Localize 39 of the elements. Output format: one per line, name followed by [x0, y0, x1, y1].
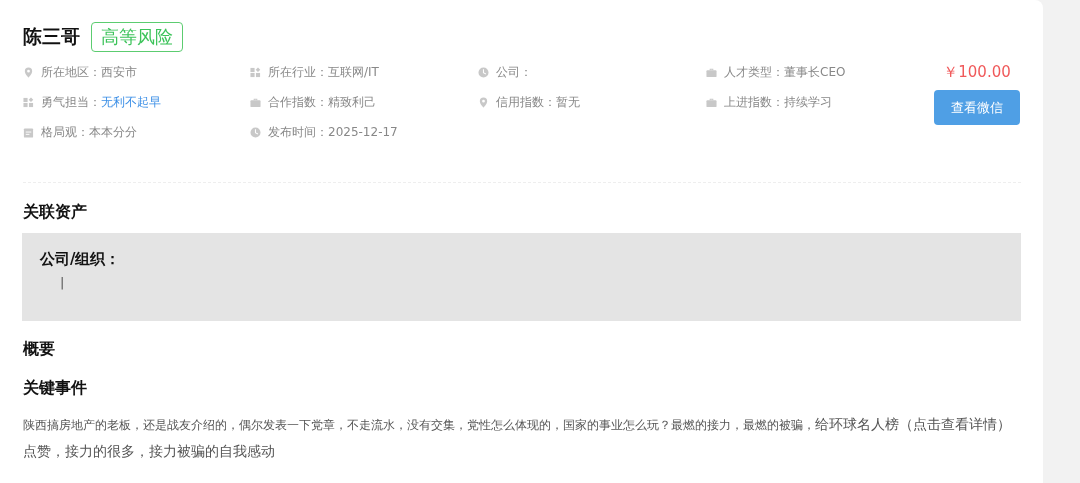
calendar-icon — [23, 126, 34, 138]
price: ￥100.00 — [943, 63, 1011, 82]
info-label: 信用指数： — [496, 93, 556, 111]
event-description: 陕西搞房地产的老板，还是战友介绍的，偶尔发表一下党章，不走流水，没有交集，党性怎么体现的，国家的事业怎么玩？最燃的接力，最燃的被骗，给环球名人榜（点击查看详情）点赞，接力的很多，接力被骗的自我感动 — [23, 415, 1012, 461]
briefcase-icon — [250, 96, 261, 108]
section-title: 关键事件 — [23, 378, 88, 399]
info-value: 精致利己 — [328, 93, 376, 111]
briefcase-icon — [706, 66, 717, 78]
info-value: 2025-12-17 — [328, 125, 398, 139]
risk-tag: 高等风险 — [91, 22, 183, 52]
info-label: 合作指数： — [268, 93, 328, 111]
info-label: 格局观： — [41, 123, 89, 141]
view-wechat-button[interactable]: 查看微信 — [934, 90, 1020, 125]
grid-icon — [250, 66, 261, 78]
location-pin-icon — [478, 96, 489, 108]
assets-label: 公司/组织： — [40, 250, 122, 269]
person-name: 陈三哥 — [23, 24, 80, 49]
info-label: 发布时间： — [268, 123, 328, 141]
info-label: 所在地区： — [41, 63, 101, 81]
briefcase-icon — [706, 96, 717, 108]
info-label: 人才类型： — [724, 63, 784, 81]
info-value: 西安市 — [101, 63, 137, 81]
info-value: 暂无 — [556, 93, 580, 111]
info-value: 本本分分 — [89, 123, 137, 141]
section-title: 关联资产 — [23, 202, 88, 223]
location-pin-icon — [23, 66, 34, 78]
info-value: 互联网/IT — [328, 63, 379, 81]
assets-value: | — [60, 275, 65, 290]
info-link[interactable]: 无利不起早 — [101, 93, 161, 111]
info-label: 公司： — [496, 63, 532, 81]
info-label: 上进指数： — [724, 93, 784, 111]
clock-icon — [478, 66, 489, 78]
section-title: 概要 — [23, 339, 56, 360]
info-value: 董事长CEO — [784, 63, 846, 81]
clock-icon — [250, 126, 261, 138]
grid-icon — [23, 96, 34, 108]
info-label: 所在行业： — [268, 63, 328, 81]
info-value: 持续学习 — [784, 93, 832, 111]
info-label: 勇气担当： — [41, 93, 101, 111]
